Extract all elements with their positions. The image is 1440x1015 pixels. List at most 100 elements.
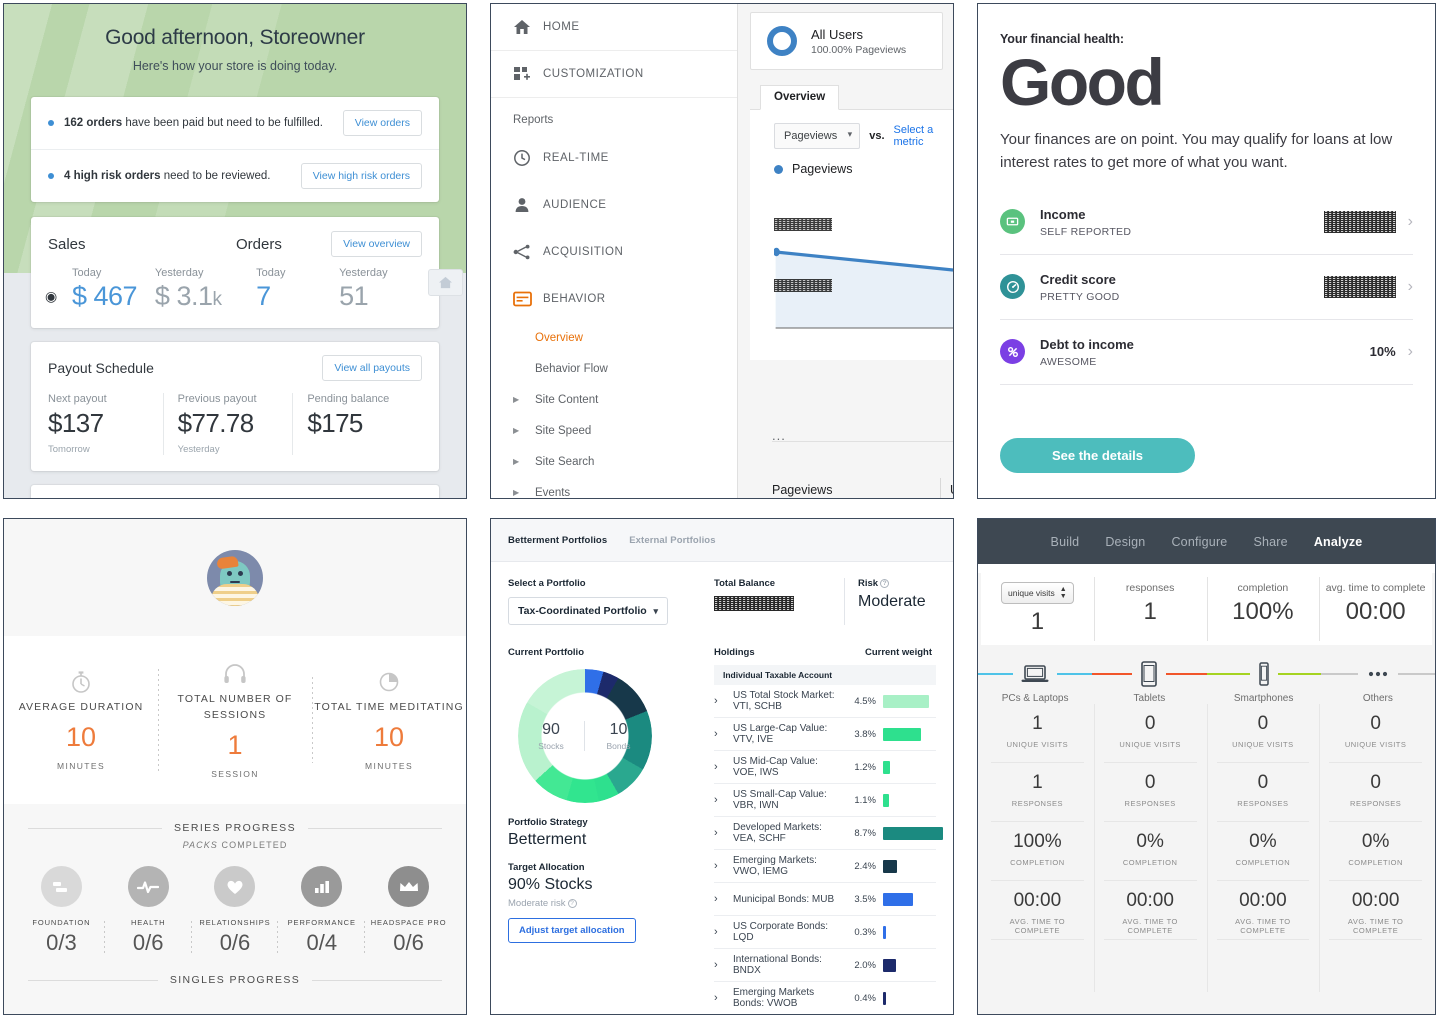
metric-label: AVG. TIME TO COMPLETE [1009,917,1066,935]
sidebar-item-audience[interactable]: AUDIENCE [491,181,737,228]
total-balance-label: Total Balance [714,578,776,589]
metric-cell: 00:00 AVG. TIME TO COMPLETE [1329,881,1422,940]
risk-block: Risk? Moderate [844,578,936,625]
chevron-right-icon[interactable]: › [714,893,733,905]
view-orders-button[interactable]: View orders [342,110,422,136]
tab-betterment-portfolios[interactable]: Betterment Portfolios [508,535,607,546]
metric-cell: 0 RESPONSES [1216,763,1310,822]
sidebar-subitem-overview[interactable]: Overview [491,322,737,353]
tab-build[interactable]: Build [1051,529,1080,555]
table-row[interactable]: › US Small-Cap Value: VBR, IWN 1.1% [714,784,936,817]
view-overview-button[interactable]: View overview [331,231,422,257]
table-row[interactable]: › US Large-Cap Value: VTV, IVE 3.8% [714,718,936,751]
chevron-right-icon[interactable]: › [714,959,733,971]
device-smartphones: Smartphones [1206,658,1321,704]
tab-external-portfolios[interactable]: External Portfolios [629,535,715,546]
risk-label: Risk? [858,578,936,589]
completed-label: COMPLETED [217,840,288,850]
metric-value: 1 [1032,713,1043,734]
risk-value: Moderate [858,593,926,610]
stocks-value: 90 [542,721,560,738]
tab-design[interactable]: Design [1105,529,1145,555]
pack-headspace-pro[interactable]: HEADSPACE PRO 0/6 [364,866,452,956]
sidebar-item-customization[interactable]: CUSTOMIZATION [491,51,737,98]
kpi-completion: completion 100% [1206,573,1320,645]
metric-cell: 00:00 AVG. TIME TO COMPLETE [991,881,1084,940]
metric-value: 0% [1361,831,1390,852]
table-row[interactable]: › US Total Stock Market: VTI, SCHB 4.5% [714,685,936,718]
sidebar-item-behavior[interactable]: BEHAVIOR [491,275,737,322]
adjust-target-allocation-button[interactable]: Adjust target allocation [508,918,636,943]
holding-bar-wrap [876,694,936,708]
metric-row-debt-to-income[interactable]: Debt to income AWESOME 10% › [1000,320,1413,385]
sidebar-item-label: BEHAVIOR [543,292,606,305]
table-row[interactable]: › Developed Markets: VEA, SCHF 8.7% [714,817,943,850]
chevron-right-icon[interactable]: › [714,695,733,707]
chevron-right-icon[interactable]: › [714,728,733,740]
payout-item: Previous payout $77.78 Yesterday [162,393,293,455]
chevron-right-icon[interactable]: › [714,794,733,806]
page-subtitle: Here's how your store is doing today. [132,59,338,73]
table-row[interactable]: › Emerging Markets Bonds: VWOB 0.4% [714,982,936,1014]
metric-label: AVG. TIME TO COMPLETE [1122,917,1178,935]
sidebar-item-real-time[interactable]: REAL-TIME [491,134,737,181]
help-icon[interactable]: ? [880,579,890,588]
globe-icon: ◉ [45,288,58,304]
stat-value: $ 3.1k [155,281,256,312]
help-icon[interactable]: ? [567,899,577,908]
sidebar-subitem-events[interactable]: ▶ Events [491,477,737,499]
portfolio-select[interactable]: Tax-Coordinated Portfolio ▾ [508,597,668,625]
sidebar-subitem-site-search[interactable]: ▶ Site Search [491,446,737,477]
metric-label: COMPLETION [1010,858,1065,867]
pack-health[interactable]: HEALTH 0/6 [103,866,192,956]
analytics-sidebar: HOME CUSTOMIZATION Reports REAL-TIME AUD… [491,4,738,498]
sidebar-subitem-behavior-flow[interactable]: Behavior Flow [491,353,737,384]
tab-analyze[interactable]: Analyze [1314,529,1363,555]
smartphone-icon [1257,662,1271,686]
metric-select[interactable]: Pageviews [774,123,861,149]
holding-bar [883,727,921,741]
chevron-right-icon[interactable]: › [714,761,733,773]
avatar-section [4,519,466,636]
sidebar-item-home[interactable]: HOME [491,4,737,51]
metric-label: AVG. TIME TO COMPLETE [1235,917,1291,935]
sidebar-subitem-site-content[interactable]: ▶ Site Content [491,384,737,415]
table-row[interactable]: › International Bonds: BNDX 2.0% [714,949,936,982]
see-details-button[interactable]: See the details [1000,438,1195,473]
metric-label: RESPONSES [1124,799,1176,808]
avatar-beret [216,555,239,569]
sidebar-item-acquisition[interactable]: ACQUISITION [491,228,737,275]
tab-configure[interactable]: Configure [1171,529,1227,555]
legend-dot-icon [774,164,783,174]
metric-row-income[interactable]: Income SELF REPORTED › [1000,190,1413,255]
unique-visits-select[interactable]: unique visits ▲ ▼ [1001,582,1074,604]
table-row[interactable]: › Emerging Markets: VWO, IEMG 2.4% [714,850,936,883]
select-metric-link[interactable]: Select a metric [894,124,954,148]
pack-performance[interactable]: PERFORMANCE 0/4 [277,866,365,956]
segment-card[interactable]: All Users 100.00% Pageviews [750,12,943,70]
sidebar-subitem-site-speed[interactable]: ▶ Site Speed [491,415,737,446]
metric-row-credit-score[interactable]: Credit score PRETTY GOOD › [1000,255,1413,320]
view-all-payouts-button[interactable]: View all payouts [322,355,422,381]
chevron-right-icon[interactable]: › [714,992,733,1004]
tab-share[interactable]: Share [1253,529,1287,555]
risk-label-text: Risk [858,578,879,589]
bullet-icon [48,173,54,179]
headspace-stats-panel: AVERAGE DURATION 10 MINUTES TOTAL NUMBER… [3,518,467,1015]
vs-label: vs. [869,130,885,142]
chevron-right-icon[interactable]: › [714,926,733,938]
holding-bar-wrap [876,958,936,972]
home-shortcut-button[interactable] [428,269,463,296]
table-row[interactable]: › US Mid-Cap Value: VOE, IWS 1.2% [714,751,936,784]
pack-foundation[interactable]: FOUNDATION 0/3 [18,866,105,956]
metric-name: Credit score [1040,271,1116,287]
chevron-right-icon[interactable]: › [714,860,733,872]
view-high-risk-orders-button[interactable]: View high risk orders [300,163,422,189]
chevron-right-icon: ▶ [513,488,520,497]
table-row[interactable]: › Municipal Bonds: MUB 3.5% [714,883,936,916]
holding-weight: 0.4% [854,992,876,1004]
pack-relationships[interactable]: RELATIONSHIPS 0/6 [190,866,279,956]
table-row[interactable]: › US Corporate Bonds: LQD 0.3% [714,916,936,949]
tab-overview[interactable]: Overview [760,85,840,110]
chevron-right-icon[interactable]: › [714,827,733,839]
